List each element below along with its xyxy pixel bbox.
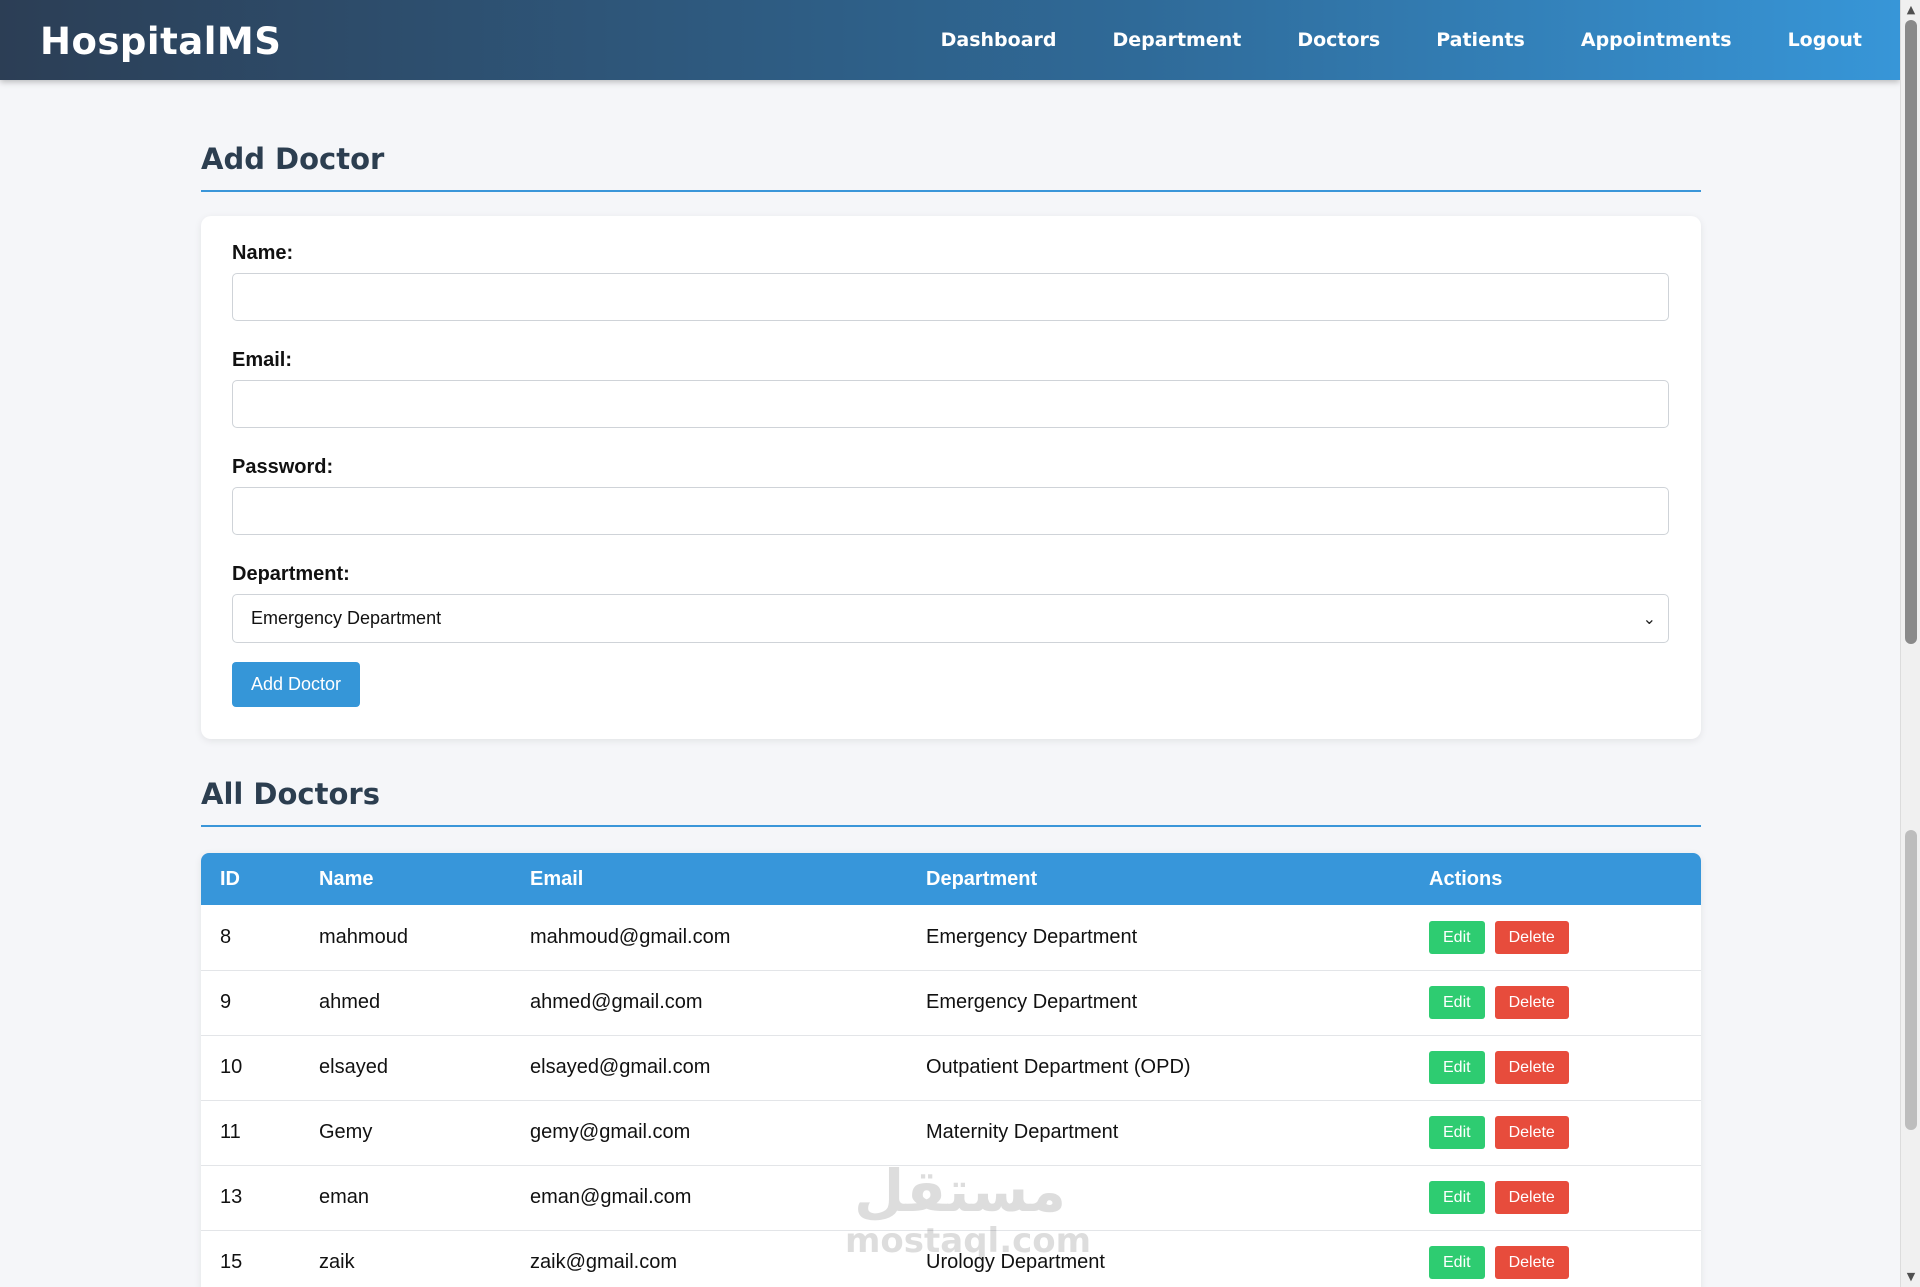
table-header-row: ID Name Email Department Actions — [201, 853, 1701, 905]
nav-link-department[interactable]: Department — [1113, 29, 1242, 51]
cell-actions: Edit Delete — [1410, 905, 1701, 970]
table-row: 15 zaik zaik@gmail.com Urology Departmen… — [201, 1230, 1701, 1287]
cell-actions: Edit Delete — [1410, 1230, 1701, 1287]
scrollbar-thumb[interactable] — [1905, 20, 1917, 644]
delete-button[interactable]: Delete — [1494, 1051, 1569, 1084]
nav-link-appointments[interactable]: Appointments — [1581, 29, 1732, 51]
cell-name: zaik — [319, 1251, 355, 1274]
email-label: Email: — [232, 349, 293, 371]
edit-button[interactable]: Edit — [1429, 920, 1485, 954]
nav-link-doctors[interactable]: Doctors — [1297, 29, 1380, 51]
cell-id: 13 — [220, 1186, 243, 1208]
nav-link-dashboard[interactable]: Dashboard — [941, 29, 1057, 51]
nav-links: Dashboard Department Doctors Patients Ap… — [885, 0, 1862, 80]
all-doctors-title: All Doctors — [201, 739, 1701, 827]
name-label: Name: — [232, 242, 294, 264]
department-selected-value: Emergency Department — [251, 608, 442, 628]
page-scrollbar[interactable]: ▲ ▼ — [1900, 0, 1920, 1287]
main-content: Add Doctor Name: Email: Password: Depart… — [201, 80, 1701, 1287]
department-select[interactable]: Emergency Department ⌄ — [232, 594, 1669, 643]
cell-department: Emergency Department — [926, 991, 1138, 1013]
column-header-actions: Actions — [1429, 867, 1503, 890]
arrow-down-icon[interactable]: ▼ — [1904, 1269, 1918, 1285]
edit-button[interactable]: Edit — [1429, 1181, 1485, 1214]
add-doctor-button[interactable]: Add Doctor — [232, 662, 361, 707]
column-header-name: Name — [319, 867, 374, 890]
cell-email: elsayed@gmail.com — [530, 1056, 711, 1078]
cell-email: gemy@gmail.com — [530, 1121, 691, 1143]
cell-actions: Edit Delete — [1410, 1100, 1701, 1165]
nav-link-patients[interactable]: Patients — [1436, 29, 1525, 51]
department-label: Department: — [232, 563, 350, 585]
edit-button[interactable]: Edit — [1429, 1051, 1485, 1084]
cell-email: mahmoud@gmail.com — [530, 925, 731, 948]
column-header-department: Department — [926, 867, 1038, 890]
scrollbar-track-marker — [1905, 830, 1917, 1130]
delete-button[interactable]: Delete — [1494, 920, 1569, 954]
doctors-table: ID Name Email Department Actions 8 mahmo… — [201, 853, 1701, 1287]
cell-id: 10 — [220, 1056, 243, 1078]
cell-department: Maternity Department — [926, 1121, 1119, 1143]
password-input[interactable] — [232, 487, 1669, 535]
cell-department: Outpatient Department (OPD) — [926, 1056, 1191, 1078]
cell-id: 11 — [220, 1121, 241, 1143]
column-header-email: Email — [530, 867, 584, 890]
edit-button[interactable]: Edit — [1429, 1246, 1485, 1280]
delete-button[interactable]: Delete — [1494, 1246, 1569, 1280]
table-row: 10 elsayed elsayed@gmail.com Outpatient … — [201, 1035, 1701, 1100]
name-input[interactable] — [232, 273, 1669, 321]
cell-id: 8 — [220, 925, 232, 948]
edit-button[interactable]: Edit — [1429, 986, 1485, 1019]
cell-actions: Edit Delete — [1410, 1035, 1701, 1100]
top-navbar: HospitalMS Dashboard Department Doctors … — [0, 0, 1900, 80]
cell-email: ahmed@gmail.com — [530, 991, 703, 1013]
cell-id: 9 — [220, 991, 232, 1013]
cell-name: mahmoud — [319, 925, 408, 948]
cell-department — [907, 1165, 1410, 1230]
password-label: Password: — [232, 456, 334, 478]
arrow-up-icon[interactable]: ▲ — [1904, 2, 1918, 18]
delete-button[interactable]: Delete — [1494, 986, 1569, 1019]
cell-id: 15 — [220, 1251, 243, 1274]
delete-button[interactable]: Delete — [1494, 1116, 1569, 1149]
add-doctor-form: Name: Email: Password: Department: Emerg… — [201, 216, 1701, 739]
table-row: 11 Gemy gemy@gmail.com Maternity Departm… — [201, 1100, 1701, 1165]
table-row: 8 mahmoud mahmoud@gmail.com Emergency De… — [201, 905, 1701, 970]
cell-department: Urology Department — [926, 1251, 1105, 1274]
chevron-down-icon: ⌄ — [1642, 609, 1656, 628]
edit-button[interactable]: Edit — [1429, 1116, 1485, 1149]
cell-actions: Edit Delete — [1410, 970, 1701, 1035]
cell-email: eman@gmail.com — [530, 1186, 692, 1208]
cell-name: Gemy — [319, 1121, 373, 1143]
add-doctor-title: Add Doctor — [201, 80, 1701, 192]
cell-email: zaik@gmail.com — [530, 1251, 678, 1274]
table-row: 13 eman eman@gmail.com Edit Delete — [201, 1165, 1701, 1230]
cell-department: Emergency Department — [926, 925, 1138, 948]
column-header-id: ID — [220, 867, 240, 890]
cell-name: elsayed — [319, 1056, 388, 1078]
cell-name: eman — [319, 1186, 370, 1208]
table-row: 9 ahmed ahmed@gmail.com Emergency Depart… — [201, 970, 1701, 1035]
nav-link-logout[interactable]: Logout — [1788, 29, 1862, 51]
delete-button[interactable]: Delete — [1494, 1181, 1569, 1214]
email-input[interactable] — [232, 380, 1669, 428]
cell-name: ahmed — [319, 991, 381, 1013]
cell-actions: Edit Delete — [1410, 1165, 1701, 1230]
brand-logo[interactable]: HospitalMS — [40, 20, 281, 63]
